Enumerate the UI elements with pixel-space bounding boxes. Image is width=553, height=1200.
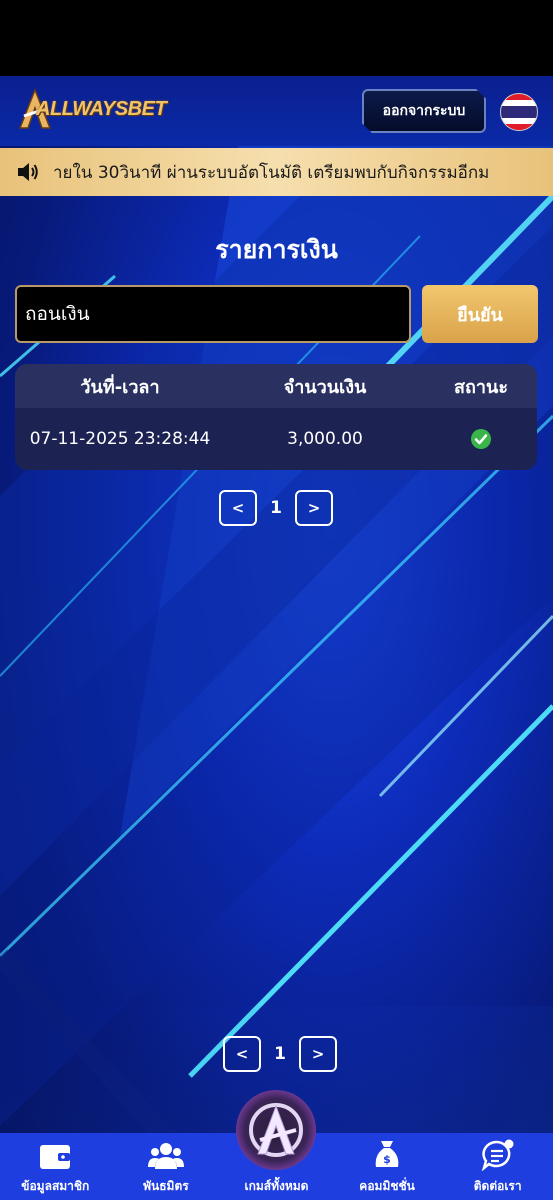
confirm-button[interactable]: ยืนยัน <box>422 285 538 343</box>
transactions-table: วันที่-เวลา จำนวนเงิน สถานะ 07-11-2025 2… <box>15 364 537 470</box>
wallet-icon <box>40 1145 71 1169</box>
transaction-type-value: ถอนเงิน <box>25 303 90 325</box>
nav-item-partners[interactable]: พันธมิตร <box>111 1133 222 1200</box>
nav-label: ติดต่อเรา <box>473 1179 522 1193</box>
nav-item-contact[interactable]: ติดต่อเรา <box>442 1133 553 1200</box>
games-center-button[interactable] <box>236 1090 316 1170</box>
cell-datetime: 07-11-2025 23:28:44 <box>29 429 211 449</box>
status-bar <box>0 0 553 76</box>
nav-item-member-info[interactable]: ข้อมูลสมาชิก <box>0 1133 111 1200</box>
cell-amount: 3,000.00 <box>287 429 363 449</box>
transaction-type-select[interactable]: ถอนเงิน <box>15 285 411 343</box>
table-header: วันที่-เวลา จำนวนเงิน สถานะ <box>15 364 537 408</box>
users-icon <box>147 1143 184 1169</box>
nav-label: ข้อมูลสมาชิก <box>21 1179 90 1193</box>
announcement-bar: ายใน 30วินาที ผ่านระบบอัตโนมัติ เตรียมพบ… <box>0 148 553 196</box>
chat-icon <box>481 1139 514 1171</box>
nav-label: คอมมิชชั่น <box>359 1179 415 1193</box>
nav-label: พันธมิตร <box>143 1179 189 1193</box>
prev-page-button[interactable]: < <box>223 1036 261 1072</box>
column-header-status: สถานะ <box>454 376 508 398</box>
page-title: รายการเงิน <box>215 235 338 264</box>
svg-text:$: $ <box>383 1153 391 1166</box>
check-circle-icon <box>471 429 491 449</box>
table-row: 07-11-2025 23:28:44 3,000.00 <box>15 408 537 470</box>
column-header-amount: จำนวนเงิน <box>283 376 367 398</box>
money-bag-icon: $ <box>375 1141 399 1167</box>
next-page-button[interactable]: > <box>299 1036 337 1072</box>
pagination-top: < 1 > <box>219 490 333 526</box>
avengers-logo-icon <box>249 1103 303 1157</box>
speaker-icon <box>18 163 38 181</box>
column-header-datetime: วันที่-เวลา <box>80 376 160 398</box>
thailand-flag-icon[interactable] <box>500 93 538 131</box>
next-page-button[interactable]: > <box>295 490 333 526</box>
prev-page-button[interactable]: < <box>219 490 257 526</box>
pagination-bottom: < 1 > <box>223 1036 337 1072</box>
cell-status <box>425 428 537 450</box>
logout-button[interactable]: ออกจากระบบ <box>362 89 486 133</box>
announcement-text: ายใน 30วินาที ผ่านระบบอัตโนมัติ เตรียมพบ… <box>53 162 490 183</box>
brand-logo-text[interactable]: ALLWAYSBET <box>36 98 167 121</box>
nav-item-commission[interactable]: $ คอมมิชชั่น <box>332 1133 443 1200</box>
current-page: 1 <box>270 498 282 518</box>
nav-label: เกมส์ทั้งหมด <box>244 1179 309 1193</box>
current-page: 1 <box>274 1044 286 1064</box>
